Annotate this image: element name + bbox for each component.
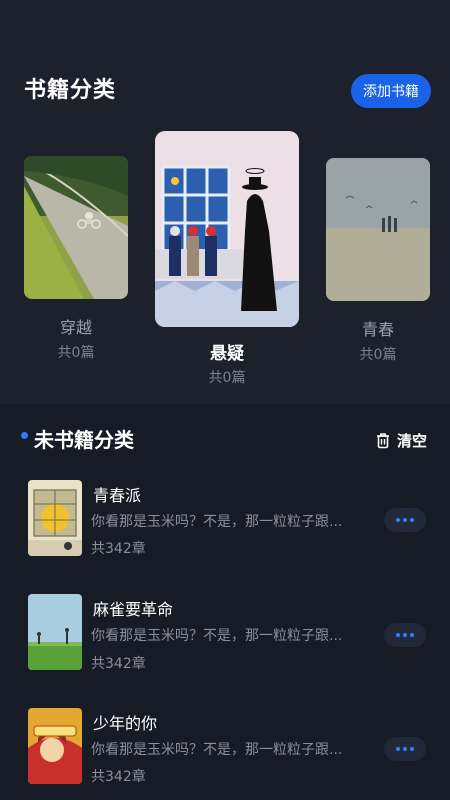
book-item-maque[interactable]: 麻雀要革命 你看那是玉米吗？不是，那一粒粒子跟... 共342章 <box>0 594 450 684</box>
book-count: 共342章 <box>91 769 146 785</box>
book-title: 青春派 <box>93 486 142 505</box>
category-card-qingchun[interactable]: 青春 共0篇 <box>326 158 430 368</box>
more-button[interactable] <box>384 737 426 761</box>
uncategorized-title: 未书籍分类 <box>34 428 134 452</box>
category-count-chuanyue: 共0篇 <box>57 345 95 361</box>
book-cover-shaonian <box>28 708 82 784</box>
book-title: 麻雀要革命 <box>93 600 174 619</box>
book-desc: 你看那是玉米吗？不是，那一粒粒子跟... <box>91 742 343 758</box>
book-desc: 你看那是玉米吗？不是，那一粒粒子跟... <box>91 514 343 530</box>
clear-button[interactable]: 清空 <box>375 428 427 452</box>
book-count: 共342章 <box>91 656 146 672</box>
categories-title: 书籍分类 <box>24 78 117 103</box>
book-item-qingchunpai[interactable]: 青春派 你看那是玉米吗？不是，那一粒粒子跟... 共342章 <box>0 478 450 568</box>
category-card-chuanyue[interactable]: 穿越 共0篇 <box>24 156 128 366</box>
more-button[interactable] <box>384 623 426 647</box>
category-name-xuanyi: 悬疑 <box>210 344 244 364</box>
book-count: 共342章 <box>91 541 146 557</box>
section-dot-icon <box>21 432 28 439</box>
clear-button-label: 清空 <box>397 431 428 450</box>
book-desc: 你看那是玉米吗？不是，那一粒粒子跟... <box>91 628 343 644</box>
category-cover-qingchun <box>326 158 430 301</box>
category-count-qingchun: 共0篇 <box>359 347 397 363</box>
category-count-xuanyi: 共0篇 <box>208 370 246 386</box>
book-cover-maque <box>28 594 82 670</box>
more-button[interactable] <box>384 508 426 532</box>
category-card-xuanyi[interactable]: 悬疑 共0篇 <box>155 131 299 391</box>
trash-icon <box>377 432 389 448</box>
category-name-chuanyue: 穿越 <box>59 318 92 337</box>
book-cover-qingchunpai <box>28 480 82 556</box>
add-book-button[interactable]: 添加书籍 <box>351 74 431 108</box>
book-item-shaonian[interactable]: 少年的你 你看那是玉米吗？不是，那一粒粒子跟... 共342章 <box>0 708 450 798</box>
category-name-qingchun: 青春 <box>361 320 394 339</box>
book-title: 少年的你 <box>93 714 158 733</box>
category-cover-chuanyue <box>24 156 128 299</box>
category-cover-xuanyi <box>155 131 299 327</box>
